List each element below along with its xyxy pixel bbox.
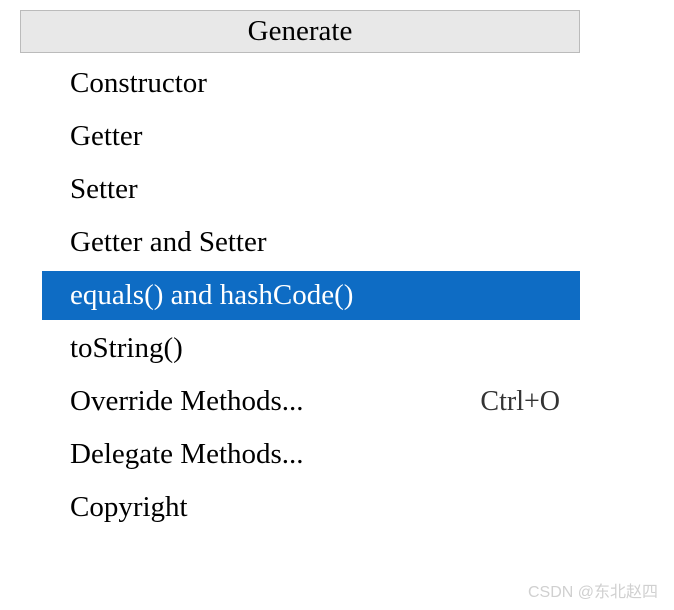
menu-title: Generate <box>20 10 580 53</box>
menu-item-label: Copyright <box>70 491 188 524</box>
watermark: CSDN @东北赵四 <box>528 578 658 602</box>
menu-item-label: Getter <box>70 120 142 153</box>
menu-item-equals-hashcode[interactable]: equals() and hashCode() <box>42 271 580 320</box>
menu-item-tostring[interactable]: toString() <box>20 324 580 373</box>
menu-item-label: Getter and Setter <box>70 226 266 259</box>
menu-item-copyright[interactable]: Copyright <box>20 483 580 532</box>
menu-item-getter-setter[interactable]: Getter and Setter <box>20 218 580 267</box>
menu-item-label: Delegate Methods... <box>70 438 304 471</box>
menu-items-list: Constructor Getter Setter Getter and Set… <box>20 53 580 532</box>
menu-item-delegate-methods[interactable]: Delegate Methods... <box>20 430 580 479</box>
generate-menu: Generate Constructor Getter Setter Gette… <box>20 10 580 532</box>
menu-item-setter[interactable]: Setter <box>20 165 580 214</box>
menu-item-label: Constructor <box>70 67 207 100</box>
menu-item-getter[interactable]: Getter <box>20 112 580 161</box>
menu-item-label: equals() and hashCode() <box>70 279 353 312</box>
menu-item-override-methods[interactable]: Override Methods... Ctrl+O <box>20 377 580 426</box>
menu-item-shortcut: Ctrl+O <box>480 386 568 418</box>
menu-item-label: Setter <box>70 173 138 206</box>
menu-item-label: toString() <box>70 332 183 365</box>
menu-item-label: Override Methods... <box>70 385 304 418</box>
menu-item-constructor[interactable]: Constructor <box>20 59 580 108</box>
